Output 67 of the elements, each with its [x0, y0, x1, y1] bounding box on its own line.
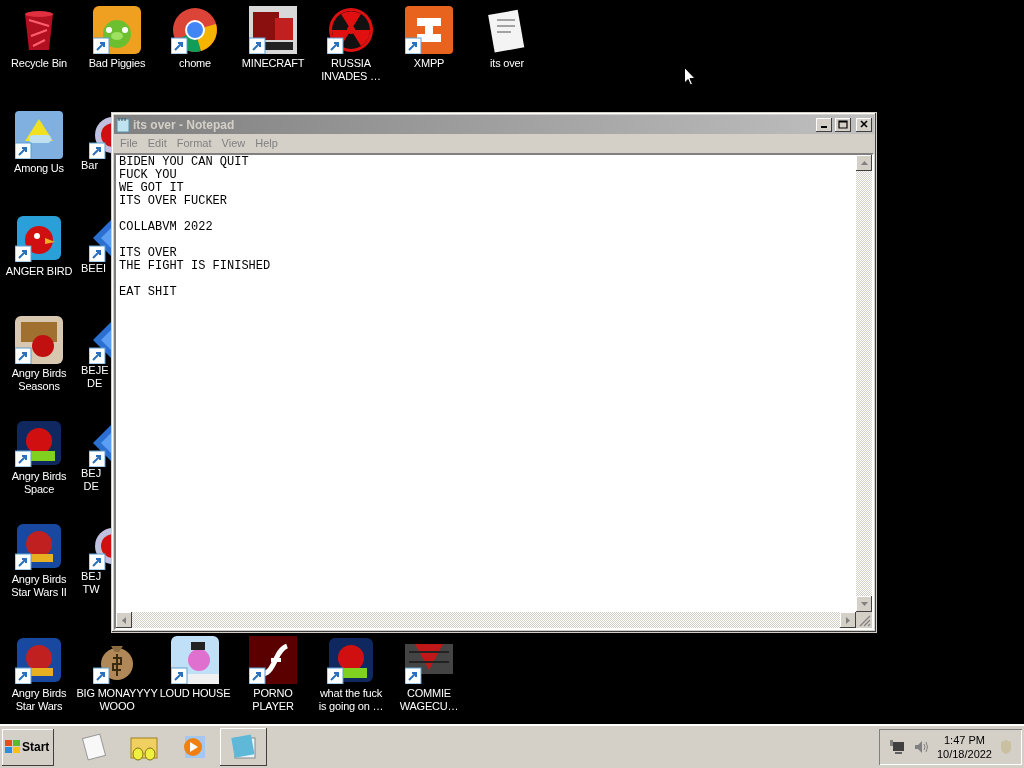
icon-label: TW — [82, 583, 100, 596]
maximize-icon — [838, 120, 848, 129]
icon-label: Angry Birds Space — [11, 470, 67, 496]
app-icon[interactable] — [15, 636, 63, 684]
windows-logo-icon — [5, 740, 21, 754]
volume-icon[interactable] — [912, 739, 929, 755]
app-icon[interactable] — [249, 636, 297, 684]
app-icon[interactable] — [249, 6, 297, 54]
icon-label: XMPP — [413, 57, 445, 70]
app-icon[interactable] — [171, 636, 219, 684]
scroll-left-icon[interactable] — [122, 616, 126, 624]
window-title: its over - Notepad — [133, 116, 236, 134]
taskbar-button[interactable] — [220, 728, 267, 766]
minimize-button[interactable] — [816, 117, 832, 132]
icon-label: Among Us — [14, 162, 64, 175]
icon-label: Bad Piggies — [88, 57, 146, 70]
maximize-button[interactable] — [835, 117, 851, 132]
icon-label: its over — [490, 57, 524, 70]
icon-label: what the fuck is going on … — [318, 687, 384, 713]
icon-label: DE — [87, 377, 103, 390]
icon-label: Angry Birds Star Wars — [11, 687, 67, 713]
scroll-down-icon[interactable] — [860, 602, 868, 606]
app-icon[interactable] — [15, 316, 63, 364]
app-icon[interactable] — [327, 636, 375, 684]
icon-label: BEJE — [81, 364, 109, 377]
icon-label: Angry Birds Seasons — [11, 367, 67, 393]
icon-label: chome — [179, 57, 211, 70]
start-button[interactable]: Start — [2, 728, 54, 766]
menu-item[interactable]: Edit — [142, 135, 172, 152]
icon-label: BEJ — [81, 467, 102, 480]
icon-label: LOUD HOUSE — [159, 687, 231, 700]
icon-label: Angry Birds Star Wars II — [11, 573, 67, 599]
notepad-icon — [116, 116, 130, 133]
menu-item[interactable]: File — [115, 135, 143, 152]
icon-label: ANGER BIRD — [5, 265, 73, 278]
horizontal-scrollbar[interactable] — [116, 612, 856, 628]
clock-time: 1:47 PM — [944, 733, 985, 747]
vertical-scrollbar[interactable] — [856, 155, 872, 612]
app-icon[interactable] — [15, 419, 63, 467]
clock-date: 10/18/2022 — [936, 747, 992, 761]
notepad-icon — [228, 732, 259, 762]
icon-label: RUSSIA INVADES … — [321, 57, 381, 83]
size-grip-icon[interactable] — [856, 612, 872, 628]
scroll-right-icon[interactable] — [846, 616, 850, 624]
app-icon[interactable] — [15, 214, 63, 262]
icon-label: Recycle Bin — [11, 57, 67, 70]
menu-item[interactable]: Format — [171, 135, 217, 152]
icon-label: BEJ — [81, 570, 102, 583]
icon-label: BEEI — [81, 262, 107, 275]
menu-item[interactable]: Help — [250, 135, 283, 152]
icon-label: PORNO PLAYER — [252, 687, 294, 713]
menu-item[interactable]: View — [216, 135, 251, 152]
scroll-up-icon[interactable] — [860, 161, 868, 165]
close-button[interactable] — [856, 117, 872, 132]
app-icon[interactable] — [15, 522, 63, 570]
icon-label: COMMIE WAGECU… — [399, 687, 459, 713]
close-icon — [859, 120, 869, 129]
icon-label: MINECRAFT — [241, 57, 305, 70]
icon-label: BIG MONAYYYY WOOO — [76, 687, 158, 713]
network-icon[interactable] — [888, 739, 905, 755]
document-text: BIDEN YOU CAN QUIT FUCK YOU WE GOT IT ITS OVER FUCKER COLLABVM 2022 ITS OVER THE FIGHT IS FINISHED EAT SHIT — [118, 155, 272, 299]
text-area[interactable]: BIDEN YOU CAN QUIT FUCK YOU WE GOT IT ITS OVER FUCKER COLLABVM 2022 ITS OVER THE FIGHT IS FINISHED EAT SHIT — [114, 153, 874, 630]
app-icon[interactable] — [327, 6, 375, 54]
icon-label: Bar — [81, 159, 99, 172]
mouse-pointer-icon — [684, 67, 696, 86]
app-icon[interactable] — [171, 6, 219, 54]
icon-label: DE — [83, 480, 99, 493]
